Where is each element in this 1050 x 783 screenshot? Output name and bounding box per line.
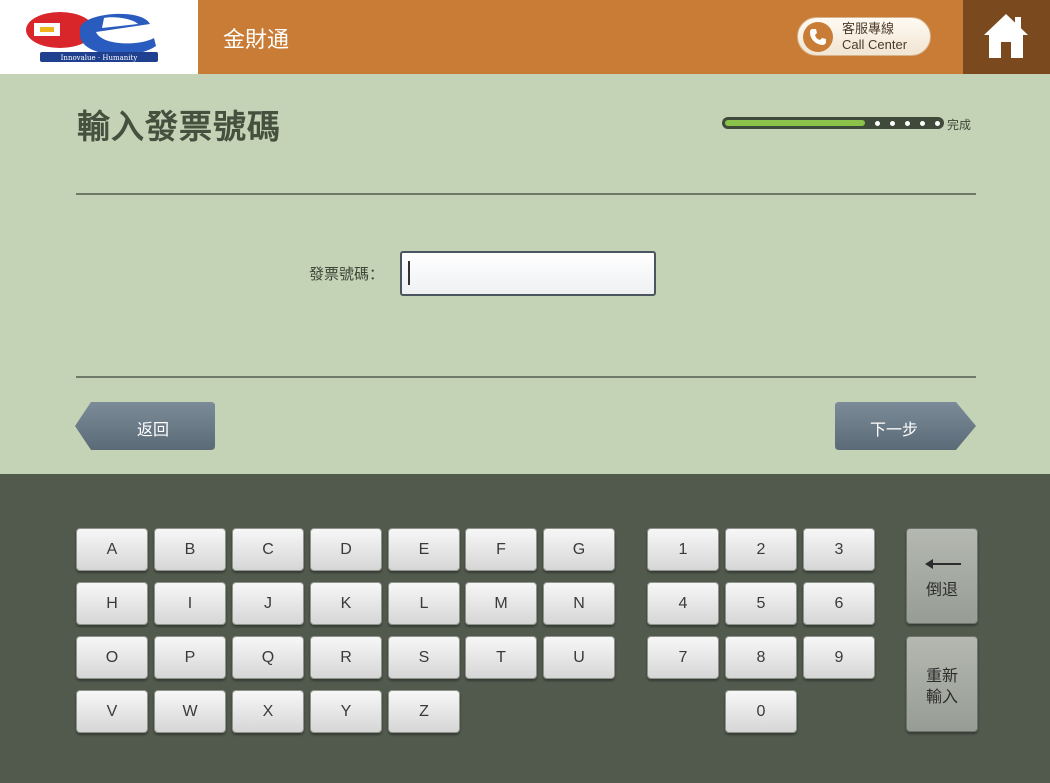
key-d[interactable]: D	[310, 528, 382, 571]
key-s[interactable]: S	[388, 636, 460, 679]
key-7[interactable]: 7	[647, 636, 719, 679]
key-2[interactable]: 2	[725, 528, 797, 571]
back-button[interactable]: 返回	[75, 402, 215, 450]
backspace-key-label: 倒退	[925, 580, 958, 599]
app-name: 金財通	[223, 28, 290, 53]
logo: Innovalue · Humanity	[0, 0, 198, 74]
left-arrow-icon	[925, 559, 961, 569]
home-icon	[984, 14, 1028, 58]
key-a[interactable]: A	[76, 528, 148, 571]
key-p[interactable]: P	[154, 636, 226, 679]
progress-step-dot	[920, 121, 925, 126]
phone-icon	[803, 22, 833, 52]
home-button[interactable]	[963, 0, 1050, 74]
page-title: 輸入發票號碼	[77, 107, 281, 146]
key-k[interactable]: K	[310, 582, 382, 625]
key-c[interactable]: C	[232, 528, 304, 571]
key-0[interactable]: 0	[725, 690, 797, 733]
key-o[interactable]: O	[76, 636, 148, 679]
progress-step-dot	[875, 121, 880, 126]
next-button-label: 下一步	[870, 420, 919, 439]
key-b[interactable]: B	[154, 528, 226, 571]
reset-key-label-line2: 輸入	[925, 687, 958, 706]
key-z[interactable]: Z	[388, 690, 460, 733]
invoice-number-label: 發票號碼：	[309, 265, 385, 283]
key-q[interactable]: Q	[232, 636, 304, 679]
key-9[interactable]: 9	[803, 636, 875, 679]
divider-bottom	[76, 376, 976, 378]
key-3[interactable]: 3	[803, 528, 875, 571]
key-n[interactable]: N	[543, 582, 615, 625]
progress-step-dot	[905, 121, 910, 126]
backspace-key[interactable]: 倒退	[906, 528, 978, 624]
header-bar: Innovalue · Humanity 金財通 客服專線 Call Cente…	[0, 0, 1050, 74]
key-g[interactable]: G	[543, 528, 615, 571]
reset-key[interactable]: 重新 輸入	[906, 636, 978, 732]
progress-step-dot	[935, 121, 940, 126]
call-center-button[interactable]: 客服專線 Call Center	[797, 17, 931, 56]
reset-key-label-line1: 重新	[925, 666, 958, 685]
call-center-label-zh: 客服專線	[842, 22, 895, 37]
key-x[interactable]: X	[232, 690, 304, 733]
text-caret	[408, 261, 410, 285]
back-button-label: 返回	[137, 420, 170, 439]
divider-top	[76, 193, 976, 195]
key-1[interactable]: 1	[647, 528, 719, 571]
next-button[interactable]: 下一步	[835, 402, 976, 450]
key-8[interactable]: 8	[725, 636, 797, 679]
svg-text:Innovalue · Humanity: Innovalue · Humanity	[61, 54, 138, 62]
key-l[interactable]: L	[388, 582, 460, 625]
key-6[interactable]: 6	[803, 582, 875, 625]
call-center-label-en: Call Center	[842, 37, 908, 52]
key-h[interactable]: H	[76, 582, 148, 625]
key-f[interactable]: F	[465, 528, 537, 571]
key-r[interactable]: R	[310, 636, 382, 679]
logo-icon: Innovalue · Humanity	[26, 12, 158, 62]
key-4[interactable]: 4	[647, 582, 719, 625]
key-w[interactable]: W	[154, 690, 226, 733]
key-i[interactable]: I	[154, 582, 226, 625]
key-u[interactable]: U	[543, 636, 615, 679]
progress-step-dot	[890, 121, 895, 126]
progress-fill	[725, 120, 865, 126]
invoice-number-input[interactable]	[400, 251, 656, 296]
main-panel: 輸入發票號碼 完成 發票號碼： 返回 下一步	[0, 74, 1050, 474]
progress-label: 完成	[947, 118, 972, 132]
key-t[interactable]: T	[465, 636, 537, 679]
progress-bar	[722, 117, 944, 129]
key-j[interactable]: J	[232, 582, 304, 625]
on-screen-keyboard: A B C D E F G H I J K L M N O P Q R S T …	[0, 474, 1050, 783]
key-5[interactable]: 5	[725, 582, 797, 625]
key-y[interactable]: Y	[310, 690, 382, 733]
key-v[interactable]: V	[76, 690, 148, 733]
key-e[interactable]: E	[388, 528, 460, 571]
key-m[interactable]: M	[465, 582, 537, 625]
